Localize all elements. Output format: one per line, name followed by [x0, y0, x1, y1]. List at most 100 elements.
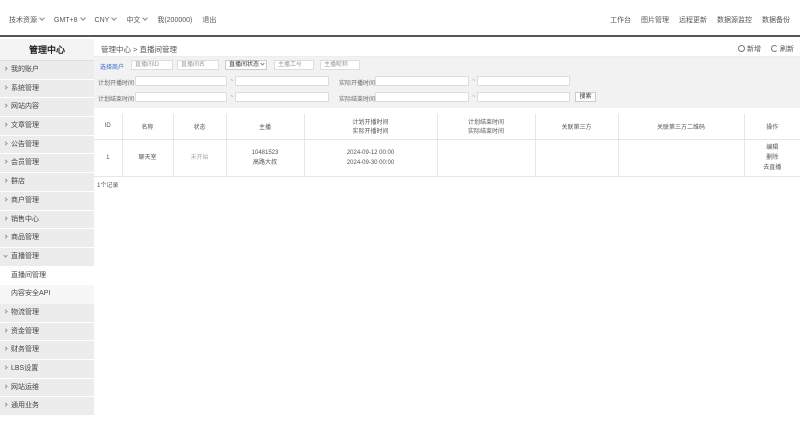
chevron-right-icon — [3, 234, 8, 239]
sidebar-item-merchants[interactable]: 商户管理 — [0, 191, 94, 211]
sidebar: 管理中心 我的账户 系统管理 网站内容 文章管理 公告管理 会员管理 群店 商户… — [0, 39, 94, 437]
range-separator: ~ — [472, 78, 476, 84]
sidebar-title: 管理中心 — [0, 39, 94, 61]
table-header-row: ID 名称 状态 主播 计划开播时间 实际开播时间 计划结束时间 实际结束时间 关联… — [94, 114, 800, 140]
actual-end-label: 实际结束时间 — [339, 97, 376, 103]
col-status: 状态 — [173, 114, 227, 140]
data-backup-link[interactable]: 数据备份 — [762, 15, 790, 25]
remote-update-link[interactable]: 远程更新 — [679, 15, 707, 25]
top-bar-left: 技术资源 GMT+8 CNY 中文 我(200000) 退出 — [9, 14, 216, 25]
breadcrumb: 管理中心 > 直播间管理 — [101, 45, 178, 54]
select-merchant-link[interactable]: 选择商户 — [100, 62, 124, 71]
sidebar-subitem-content-security-api[interactable]: 内容安全API — [0, 285, 94, 304]
room-name-input[interactable]: 直播间名 — [177, 60, 219, 70]
chevron-right-icon — [3, 66, 8, 71]
plan-start-to-input[interactable] — [235, 76, 329, 86]
chevron-right-icon — [3, 384, 8, 389]
sidebar-item-live[interactable]: 直播管理 — [0, 247, 94, 267]
user-account-link[interactable]: 我(200000) — [157, 15, 192, 25]
sidebar-item-funds[interactable]: 资金管理 — [0, 322, 94, 342]
search-button[interactable]: 搜索 — [575, 92, 596, 102]
sidebar-item-products[interactable]: 商品管理 — [0, 229, 94, 248]
cell-id: 1 — [94, 139, 123, 177]
breadcrumb-bar: 管理中心 > 直播间管理 新增 刷新 — [94, 39, 800, 57]
cell-name: 聊天室 — [122, 139, 174, 177]
go-live-link[interactable]: 去直播 — [745, 163, 800, 173]
timezone-menu[interactable]: GMT+8 — [54, 14, 86, 24]
chevron-right-icon — [3, 215, 8, 221]
refresh-icon — [771, 45, 778, 52]
filter-panel: 选择商户 直播间ID 直播间名 直播间状态 主播工号 主播昵称 计划开播时间 ~… — [94, 57, 800, 108]
chevron-down-icon — [260, 61, 265, 66]
workbench-link[interactable]: 工作台 — [610, 15, 631, 25]
sidebar-item-notices[interactable]: 公告管理 — [0, 135, 94, 155]
table-row: 1 聊天室 未开始 10481523 高路大叔 2024-09-12 00:00 2… — [94, 139, 800, 177]
chevron-right-icon — [3, 178, 8, 183]
chevron-down-icon — [3, 253, 8, 258]
sidebar-item-site-content[interactable]: 网站内容 — [0, 98, 94, 118]
plan-start-from-input[interactable] — [135, 76, 227, 86]
actual-start-label: 实际开播时间 — [339, 81, 376, 87]
refresh-button[interactable]: 刷新 — [771, 44, 794, 54]
col-start-time: 计划开播时间 实际开播时间 — [304, 114, 438, 140]
chevron-down-icon — [79, 14, 86, 21]
top-bar: 技术资源 GMT+8 CNY 中文 我(200000) 退出 工作台 图片管理 … — [0, 0, 800, 37]
host-id-input[interactable]: 主播工号 — [274, 60, 314, 70]
chevron-down-icon — [111, 14, 118, 21]
main-content: 管理中心 > 直播间管理 新增 刷新 选择商户 直播间ID 直播间名 直播间状态… — [94, 39, 800, 437]
plan-end-from-input[interactable] — [135, 92, 227, 102]
col-host: 主播 — [226, 114, 305, 140]
cell-end-time — [437, 139, 536, 177]
cell-third-party-qr — [618, 139, 745, 177]
cell-third-party — [535, 139, 619, 177]
delete-link[interactable]: 删除 — [745, 153, 800, 163]
sidebar-item-members[interactable]: 会员管理 — [0, 154, 94, 174]
room-status-select[interactable]: 直播间状态 — [225, 60, 267, 70]
image-manage-link[interactable]: 图片管理 — [641, 15, 669, 25]
edit-link[interactable]: 编辑 — [745, 143, 800, 153]
col-id: ID — [94, 114, 123, 140]
plan-end-to-input[interactable] — [235, 92, 329, 102]
col-operations: 操作 — [744, 114, 800, 140]
col-name: 名称 — [122, 114, 174, 140]
plan-start-label: 计划开播时间 — [98, 81, 135, 87]
plus-circle-icon — [738, 45, 745, 52]
sidebar-item-finance[interactable]: 财务管理 — [0, 341, 94, 360]
chevron-right-icon — [3, 365, 8, 370]
language-menu[interactable]: 中文 — [126, 15, 149, 25]
chevron-right-icon — [3, 402, 8, 407]
add-button[interactable]: 新增 — [738, 44, 761, 54]
sidebar-item-lbs[interactable]: LBS设置 — [0, 360, 94, 379]
range-separator: ~ — [230, 78, 234, 84]
record-count: 1个记录 — [97, 183, 119, 189]
chevron-right-icon — [3, 328, 8, 333]
actual-end-to-input[interactable] — [477, 92, 570, 102]
status-badge: 未开始 — [173, 139, 227, 177]
sidebar-item-sales[interactable]: 销售中心 — [0, 210, 94, 230]
sidebar-item-general[interactable]: 通用业务 — [0, 397, 94, 417]
top-bar-right: 工作台 图片管理 远程更新 数据源监控 数据备份 — [610, 15, 790, 25]
tech-resource-menu[interactable]: 技术资源 — [9, 15, 45, 25]
sidebar-item-site-ops[interactable]: 网站运维 — [0, 378, 94, 398]
chevron-right-icon — [3, 103, 8, 108]
actual-start-to-input[interactable] — [477, 76, 570, 86]
actual-end-from-input[interactable] — [375, 92, 469, 102]
sidebar-item-system[interactable]: 系统管理 — [0, 79, 94, 99]
room-id-input[interactable]: 直播间ID — [131, 60, 173, 70]
chevron-right-icon — [3, 197, 8, 202]
host-nickname-input[interactable]: 主播昵称 — [320, 60, 360, 70]
col-third-party: 关联第三方 — [535, 114, 619, 140]
chevron-right-icon — [3, 141, 8, 146]
currency-menu[interactable]: CNY — [95, 14, 118, 24]
chevron-down-icon — [39, 15, 45, 21]
sidebar-item-articles[interactable]: 文章管理 — [0, 117, 94, 136]
datasource-monitor-link[interactable]: 数据源监控 — [717, 15, 752, 25]
logout-link[interactable]: 退出 — [202, 15, 216, 25]
chevron-right-icon — [3, 159, 8, 165]
sidebar-item-logistics[interactable]: 物流管理 — [0, 303, 94, 323]
sidebar-item-my-account[interactable]: 我的账户 — [0, 61, 94, 80]
sidebar-item-group-store[interactable]: 群店 — [0, 173, 94, 192]
chevron-right-icon — [3, 309, 8, 314]
actual-start-from-input[interactable] — [375, 76, 469, 86]
sidebar-subitem-live-rooms[interactable]: 直播间管理 — [0, 266, 94, 286]
